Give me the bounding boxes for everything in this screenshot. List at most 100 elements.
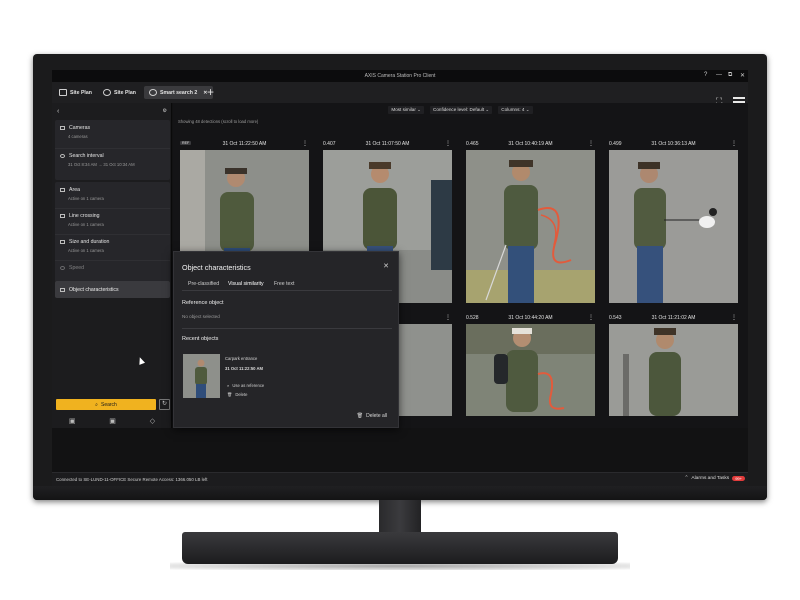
columns-label: Columns: 4: [501, 107, 525, 112]
tab-bar: Site Plan Site Plan Smart search 2 ✕ + ⛶: [52, 82, 748, 107]
search-icon: ⌕: [95, 401, 98, 408]
speed-label: Speed: [69, 265, 85, 271]
tab-pre-classified[interactable]: Pre-classified: [188, 281, 219, 287]
object-characteristics-dialog: Object characteristics ✕ Pre-classified …: [173, 251, 399, 428]
window-title: AXIS Camera Station Pro Client: [364, 73, 436, 79]
tab-label: Site Plan: [70, 89, 92, 96]
area-icon: [60, 188, 65, 192]
help-icon[interactable]: ?: [704, 72, 707, 78]
recent-object-time: 31 Oct 11:22:50 AM: [225, 366, 264, 371]
more-options-icon[interactable]: ⋮: [731, 314, 737, 321]
line-crossing-value: Active on 1 camera: [68, 222, 104, 227]
search-options-button[interactable]: ↻: [159, 399, 170, 410]
camera-icon: [60, 126, 65, 130]
minimize-icon[interactable]: —: [716, 72, 722, 78]
area-filter[interactable]: Area Active on 1 camera: [55, 184, 170, 204]
panel-footer: ▣ ▣ ◇: [52, 413, 172, 428]
alarm-count-badge: 99+: [732, 476, 745, 481]
panel-header: ‹ ⚙: [52, 103, 172, 119]
export-icon[interactable]: ▣: [69, 417, 76, 425]
result-card[interactable]: 0.499 31 Oct 10:36:13 AM ⋮: [606, 139, 741, 304]
more-options-icon[interactable]: ⋮: [588, 314, 594, 321]
result-card[interactable]: 0.528 31 Oct 10:44:20 AM ⋮: [463, 313, 598, 478]
timestamp: 31 Oct 11:21:02 AM: [651, 315, 696, 321]
delete-label: Delete: [235, 392, 248, 397]
connection-status: Connected to SE-LUND-11-OFFICE Secure Re…: [56, 477, 208, 482]
delete-all-label: Delete all: [366, 413, 387, 419]
tab-divider: [182, 290, 392, 291]
use-as-reference-label: Use as reference: [232, 383, 265, 388]
area-label: Area: [69, 187, 80, 193]
globe-icon: [103, 89, 111, 96]
alarms-and-tasks-button[interactable]: ⌃ Alarms and Tasks 99+: [684, 476, 745, 481]
section-divider: [182, 328, 392, 329]
cameras-value: 4 cameras: [68, 134, 88, 139]
close-dialog-icon[interactable]: ✕: [383, 262, 389, 270]
close-icon[interactable]: ✕: [740, 72, 745, 79]
use-as-reference-button[interactable]: ⌕ Use as reference: [227, 383, 264, 388]
clock-icon: [60, 154, 65, 158]
object-characteristics-label: Object characteristics: [69, 286, 119, 293]
more-options-icon[interactable]: ⋮: [588, 140, 594, 147]
panel-settings-icon[interactable]: ⚙: [163, 108, 167, 114]
speed-icon: [60, 266, 65, 270]
cameras-filter[interactable]: Cameras 4 cameras: [55, 122, 170, 142]
more-options-icon[interactable]: ⋮: [445, 140, 451, 147]
object-icon: [60, 287, 65, 292]
search-label: Search: [100, 401, 117, 408]
result-card[interactable]: 0.465 31 Oct 10:40:19 AM ⋮: [463, 139, 598, 304]
save-icon[interactable]: ▣: [109, 417, 116, 425]
search-button[interactable]: ⌕ Search: [56, 399, 156, 410]
tab-free-text[interactable]: Free text: [274, 281, 294, 287]
sort-label: Most similar: [391, 107, 416, 112]
divider: [55, 234, 170, 235]
delete-button[interactable]: 🗑 Delete: [227, 392, 247, 398]
tab-smart-search[interactable]: Smart search 2 ✕: [144, 86, 213, 99]
tab-label: Smart search 2: [160, 89, 198, 96]
more-options-icon[interactable]: ⋮: [445, 314, 451, 321]
results-toolbar: Most similar ⌄ Confidence level: Default…: [173, 103, 748, 117]
recent-title: Recent objects: [182, 336, 219, 342]
smart-search-icon: [149, 89, 157, 96]
detection-thumbnail: [609, 324, 738, 416]
divider: [55, 208, 170, 209]
area-value: Active on 1 camera: [68, 196, 104, 201]
columns-dropdown[interactable]: Columns: 4 ⌄: [498, 106, 533, 114]
chevron-up-icon: ⌃: [684, 476, 689, 481]
app-screen: AXIS Camera Station Pro Client ? — ⧉ ✕ S…: [52, 70, 748, 486]
detection-thumbnail: [466, 150, 595, 303]
timestamp: 31 Oct 10:36:13 AM: [651, 141, 696, 147]
size-icon: [60, 240, 65, 244]
results-count: Showing 48 detections (scroll to load mo…: [178, 119, 259, 124]
line-crossing-filter[interactable]: Line crossing Active on 1 camera: [55, 210, 170, 230]
more-options-icon[interactable]: ⋮: [302, 140, 308, 147]
size-label: Size and duration: [69, 239, 110, 245]
speed-filter[interactable]: Speed: [55, 262, 170, 274]
cameras-label: Cameras: [69, 125, 91, 131]
maximize-icon[interactable]: ⧉: [728, 72, 732, 79]
sort-dropdown[interactable]: Most similar ⌄: [388, 106, 425, 114]
divider: [55, 260, 170, 261]
object-characteristics-filter[interactable]: Object characteristics: [55, 281, 170, 298]
recent-object-thumbnail[interactable]: [183, 354, 220, 398]
tab-site-plan-1[interactable]: Site Plan: [54, 86, 97, 99]
status-bar: Connected to SE-LUND-11-OFFICE Secure Re…: [52, 472, 748, 486]
tab-site-plan-2[interactable]: Site Plan: [98, 86, 141, 99]
result-card[interactable]: 0.543 31 Oct 11:21:02 AM ⋮: [606, 313, 741, 478]
search-interval-filter[interactable]: Search interval 31 Oct 8:34 AM → 31 Oct …: [55, 150, 170, 170]
more-options-icon[interactable]: ⋮: [731, 140, 737, 147]
back-icon[interactable]: ‹: [57, 108, 59, 115]
confidence-dropdown[interactable]: Confidence level: Default ⌄: [430, 106, 493, 114]
size-duration-filter[interactable]: Size and duration Active on 1 camera: [55, 236, 170, 256]
detection-thumbnail: [466, 324, 595, 416]
search-filter-panel: ‹ ⚙ Cameras 4 cameras Search interval 31…: [52, 103, 172, 428]
monitor-icon: [59, 89, 67, 96]
size-value: Active on 1 camera: [68, 248, 104, 253]
delete-all-button[interactable]: 🗑 Delete all: [357, 413, 387, 419]
interval-value: 31 Oct 8:34 AM → 31 Oct 10:34 AM: [68, 162, 135, 167]
reference-status: No object selected: [182, 314, 220, 319]
alarms-label: Alarms and Tasks: [691, 476, 730, 481]
line-crossing-label: Line crossing: [69, 213, 100, 219]
add-tab-icon[interactable]: +: [207, 85, 214, 99]
clear-icon[interactable]: ◇: [150, 417, 155, 425]
